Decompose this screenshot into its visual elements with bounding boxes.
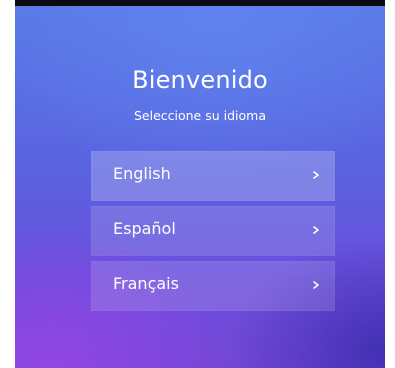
welcome-title: Bienvenido [132, 66, 268, 94]
language-list: English Español Français [91, 151, 335, 316]
photo-frame: Bienvenido Seleccione su idioma English … [0, 0, 395, 368]
chevron-right-icon [313, 171, 319, 179]
language-option-espanol[interactable]: Español [91, 206, 335, 256]
language-prompt: Seleccione su idioma [133, 108, 266, 123]
language-option-label: Español [113, 219, 176, 238]
tv-screen: Bienvenido Seleccione su idioma English … [15, 6, 385, 368]
language-option-label: English [113, 164, 171, 183]
language-option-english[interactable]: English [91, 151, 335, 201]
chevron-right-icon [313, 226, 319, 234]
language-option-label: Français [113, 274, 179, 293]
language-option-francais[interactable]: Français [91, 261, 335, 311]
chevron-right-icon [313, 281, 319, 289]
